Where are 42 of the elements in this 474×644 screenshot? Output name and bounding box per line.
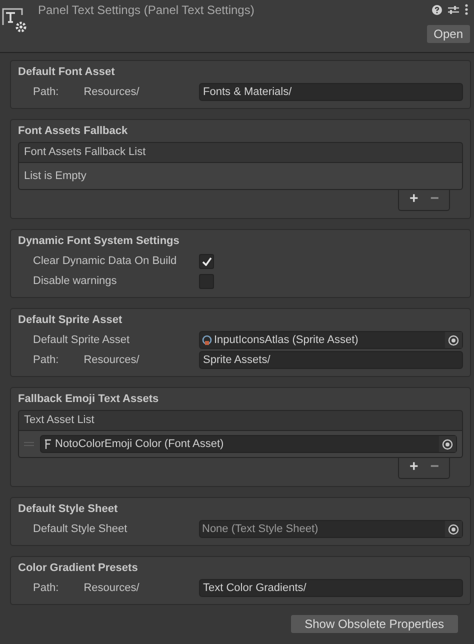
path-field[interactable]: Text Color Gradients/ [199,579,463,597]
path-prefix: Resources/ [84,582,140,594]
field-label: Path: [33,354,59,366]
section-title: Color Gradient Presets [18,561,139,576]
section-title: Default Sprite Asset [18,313,124,328]
checkbox[interactable] [199,274,214,288]
field-label: Default Style Sheet [33,523,128,535]
font-icon [43,438,53,450]
object-field[interactable]: NotoColorEmoji Color (Font Asset) [40,435,457,453]
field-label: Default Sprite Asset [33,334,130,346]
toggle-label: Disable warnings [33,275,117,287]
add-button[interactable]: + [405,458,422,476]
field-label: Path: [33,582,59,594]
path-field[interactable]: Sprite Assets/ [199,351,463,369]
checkbox[interactable] [199,254,214,268]
object-field[interactable]: None (Text Style Sheet) [199,520,463,538]
inspector-title: Panel Text Settings (Panel Text Settings) [38,3,254,19]
kebab-menu-icon[interactable] [465,4,468,15]
object-field[interactable]: InputIconsAtlas (Sprite Asset) [199,331,463,349]
object-picker-icon[interactable] [442,438,453,450]
object-picker-icon[interactable] [448,524,459,534]
path-field[interactable]: Fonts & Materials/ [199,83,463,101]
list-header: Font Assets Fallback List [18,142,463,163]
section-title: Fallback Emoji Text Assets [18,392,160,407]
show-obsolete-properties-button[interactable]: Show Obsolete Properties [290,615,458,633]
open-button[interactable]: Open [426,25,470,43]
sliders-icon[interactable] [448,4,459,14]
text-settings-icon [2,7,28,35]
object-picker-icon[interactable] [448,334,459,346]
section-title: Dynamic Font System Settings [18,234,180,249]
path-prefix: Resources/ [84,86,140,98]
empty-list-message: List is Empty [24,169,88,184]
add-button[interactable]: + [405,190,422,208]
help-icon[interactable] [432,4,442,14]
toggle-label: Clear Dynamic Data On Build [33,255,177,267]
list-header: Text Asset List [18,410,463,431]
section-title: Default Font Asset [18,65,116,80]
section-title: Font Assets Fallback [18,124,129,139]
field-label: Path: [33,86,59,98]
section-title: Default Style Sheet [18,502,119,517]
path-prefix: Resources/ [84,354,140,366]
sprite-icon [202,334,212,346]
